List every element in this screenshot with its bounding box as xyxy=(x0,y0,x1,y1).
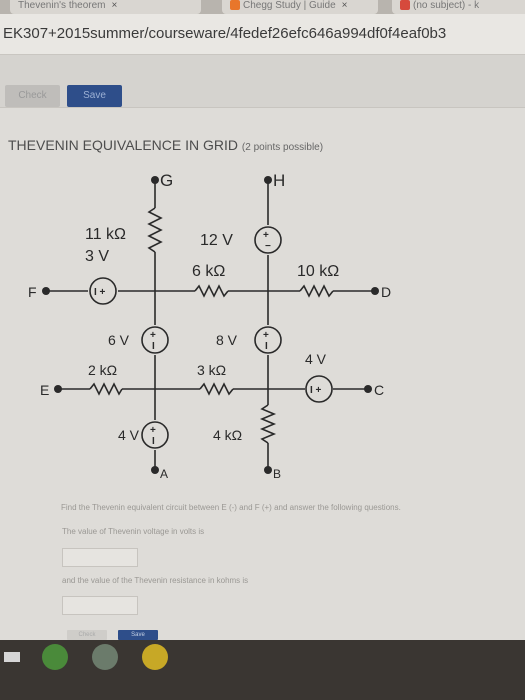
label-11k: 11 kΩ xyxy=(85,226,126,243)
label-6k: 6 kΩ xyxy=(192,263,225,280)
label-2k: 2 kΩ xyxy=(88,362,117,378)
label-12v: 12 V xyxy=(200,232,233,249)
save-button[interactable]: Save xyxy=(118,630,158,640)
tab-thevenin[interactable]: Thevenin's theorem × xyxy=(10,0,201,14)
polarity-3v: I + xyxy=(94,287,106,298)
menu-icon[interactable] xyxy=(4,652,20,662)
label-4v-bottom: 4 V xyxy=(118,427,140,443)
polarity-6v-minus: I xyxy=(152,341,155,352)
label-d: D xyxy=(381,284,391,300)
question-title: THEVENIN EQUIVALENCE IN GRID (2 points p… xyxy=(8,137,323,153)
label-b: B xyxy=(273,467,281,481)
courseware-page: Check Save THEVENIN EQUIVALENCE IN GRID … xyxy=(0,55,525,640)
files-icon[interactable] xyxy=(142,644,168,670)
resistor-2k xyxy=(89,382,123,396)
label-e: E xyxy=(40,382,49,398)
voltage-prompt: The value of Thevenin voltage in volts i… xyxy=(62,527,205,536)
polarity-12v: + xyxy=(263,230,269,241)
resistor-4k xyxy=(259,404,277,444)
taskbar xyxy=(0,640,525,700)
tab-gmail[interactable]: (no subject) - k xyxy=(392,0,525,14)
chrome-icon[interactable] xyxy=(42,644,68,670)
save-button-top[interactable]: Save xyxy=(67,85,122,107)
top-button-strip: Check Save xyxy=(0,55,525,108)
points-label: (2 points possible) xyxy=(241,142,324,153)
node-dot-g xyxy=(151,176,159,184)
node-dot-h xyxy=(264,176,272,184)
chegg-icon xyxy=(230,0,240,11)
tab-label: (no subject) - k xyxy=(413,0,480,11)
label-f: F xyxy=(28,284,37,300)
resistor-6k xyxy=(194,284,229,298)
resistance-answer-input[interactable] xyxy=(62,596,138,615)
polarity-4v-bottom: + xyxy=(150,425,156,436)
resistor-10k xyxy=(299,284,334,298)
polarity-4v-right: I + xyxy=(310,385,322,396)
label-h: H xyxy=(273,171,285,190)
voltage-answer-input[interactable] xyxy=(62,548,138,567)
polarity-8v-minus: I xyxy=(265,341,268,352)
circuit-diagram: I + + − + I + I I + + I G H F D E C A B … xyxy=(28,171,391,481)
tab-label: Chegg Study | Guide xyxy=(243,0,336,11)
address-bar[interactable]: EK307+2015summer/courseware/4fedef26efc6… xyxy=(0,14,525,55)
question-prompt: Find the Thevenin equivalent circuit bet… xyxy=(61,503,401,512)
label-g: G xyxy=(160,171,173,190)
title-text: THEVENIN EQUIVALENCE IN GRID xyxy=(8,137,239,153)
node-dot-f xyxy=(42,287,50,295)
resistor-11k xyxy=(147,207,163,253)
resistance-prompt: and the value of the Thevenin resistance… xyxy=(62,576,249,585)
label-c: C xyxy=(374,382,384,398)
label-3v: 3 V xyxy=(85,248,109,265)
label-4v-right: 4 V xyxy=(305,351,327,367)
check-button[interactable]: Check xyxy=(67,630,107,640)
gmail-icon xyxy=(400,0,410,11)
node-dot-b xyxy=(264,466,272,474)
node-dot-d xyxy=(371,287,379,295)
label-10k: 10 kΩ xyxy=(297,263,339,280)
tab-label: Thevenin's theorem xyxy=(18,0,106,11)
polarity-4v-bottom-minus: I xyxy=(152,436,155,447)
close-icon[interactable]: × xyxy=(112,0,118,11)
label-6v: 6 V xyxy=(108,332,130,348)
node-dot-c xyxy=(364,385,372,393)
app-icon[interactable] xyxy=(92,644,118,670)
check-button-top[interactable]: Check xyxy=(5,85,60,107)
close-icon[interactable]: × xyxy=(342,0,348,11)
polarity-12v-minus: − xyxy=(265,241,271,252)
polarity-8v: + xyxy=(263,330,269,341)
browser-tab-bar: Thevenin's theorem × Chegg Study | Guide ×… xyxy=(0,0,525,14)
polarity-6v: + xyxy=(150,330,156,341)
label-a: A xyxy=(160,467,168,481)
label-3k: 3 kΩ xyxy=(197,362,226,378)
label-4k: 4 kΩ xyxy=(213,427,242,443)
tab-chegg[interactable]: Chegg Study | Guide × xyxy=(222,0,378,14)
node-dot-a xyxy=(151,466,159,474)
url-text[interactable]: EK307+2015summer/courseware/4fedef26efc6… xyxy=(3,25,446,42)
label-8v: 8 V xyxy=(216,332,238,348)
node-dot-e xyxy=(54,385,62,393)
resistor-3k xyxy=(199,382,234,396)
